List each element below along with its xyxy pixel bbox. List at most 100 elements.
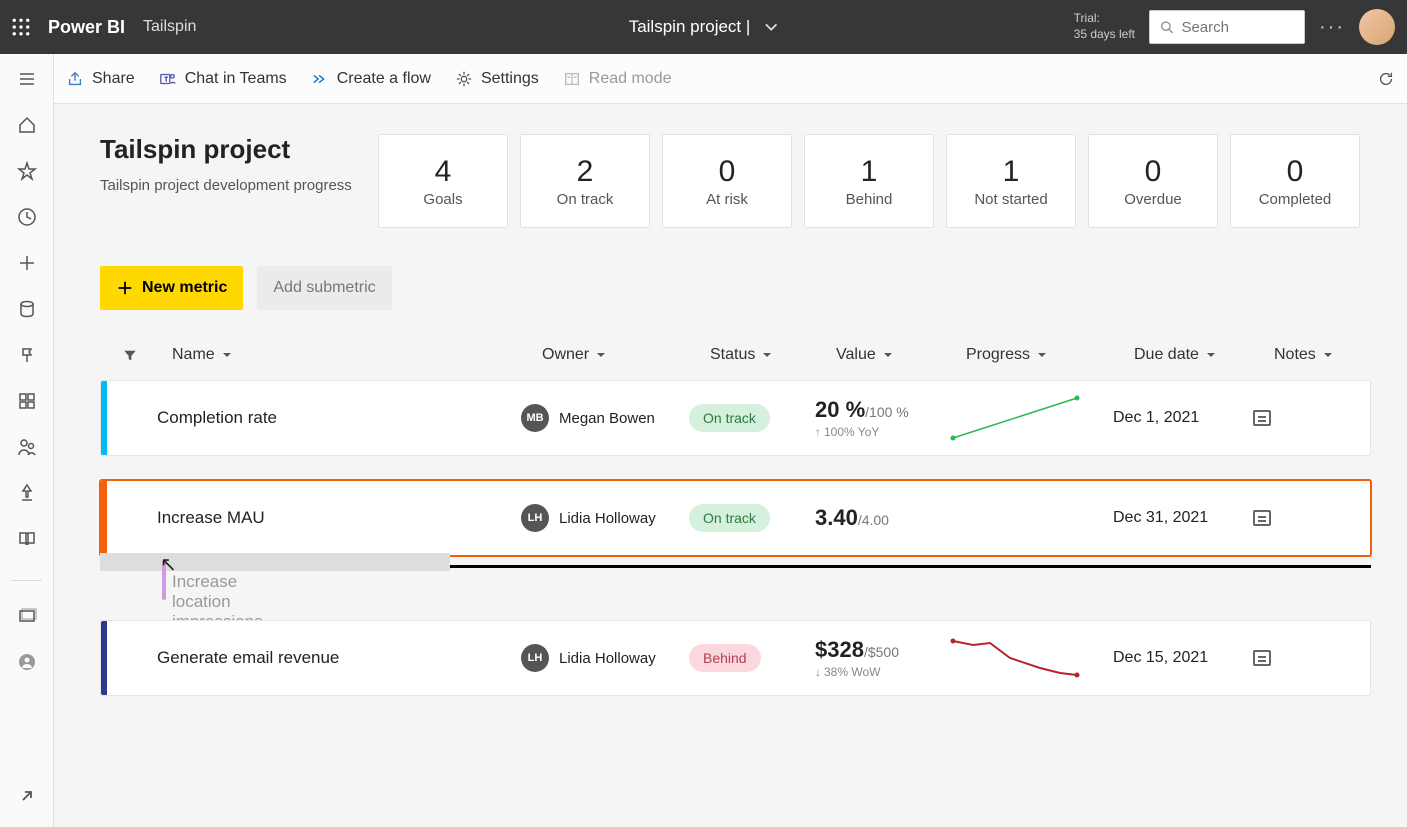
- col-name[interactable]: Name: [172, 346, 542, 364]
- share-button[interactable]: Share: [66, 70, 135, 88]
- nav-myworkspace-icon[interactable]: [16, 651, 38, 673]
- stat-cards: 4Goals 2On track 0At risk 1Behind 1Not s…: [378, 134, 1360, 228]
- read-icon: [563, 70, 581, 88]
- refresh-icon: [1377, 70, 1395, 88]
- metric-value: 3.40/4.00: [815, 505, 945, 531]
- search-input[interactable]: [1149, 10, 1305, 44]
- metric-due: Dec 31, 2021: [1113, 509, 1253, 527]
- nav-home-icon[interactable]: [16, 114, 38, 136]
- plus-icon: [116, 279, 134, 297]
- stat-behind[interactable]: 1Behind: [804, 134, 934, 228]
- metric-owner: MB Megan Bowen: [521, 404, 689, 432]
- stat-ontrack[interactable]: 2On track: [520, 134, 650, 228]
- nav-menu-icon[interactable]: [16, 68, 38, 90]
- nav-apps-icon[interactable]: [16, 390, 38, 412]
- notes-icon: [1253, 650, 1271, 666]
- stat-notstarted[interactable]: 1Not started: [946, 134, 1076, 228]
- metric-name: Completion rate: [107, 408, 521, 428]
- col-progress[interactable]: Progress: [966, 346, 1134, 364]
- nav-create-icon[interactable]: [16, 252, 38, 274]
- teams-icon: [159, 70, 177, 88]
- nav-external-link-icon[interactable]: [16, 785, 38, 807]
- search-field[interactable]: [1181, 19, 1294, 36]
- col-status[interactable]: Status: [710, 346, 836, 364]
- stat-goals[interactable]: 4Goals: [378, 134, 508, 228]
- nav-deploy-icon[interactable]: [16, 482, 38, 504]
- metric-value: $328/$500 ↓38% WoW: [815, 637, 945, 679]
- workspace-label[interactable]: Tailspin: [143, 18, 196, 36]
- chevron-down-icon: [1205, 349, 1217, 361]
- command-bar: Share Chat in Teams Create a flow Settin…: [54, 54, 1407, 104]
- metric-name: Increase MAU: [107, 508, 521, 528]
- metric-row-increase-mau[interactable]: Increase MAU LH Lidia Holloway On track …: [100, 480, 1371, 556]
- nav-divider: [11, 580, 43, 581]
- metric-notes[interactable]: [1253, 410, 1313, 426]
- metric-status: On track: [689, 404, 815, 432]
- new-metric-button[interactable]: New metric: [100, 266, 243, 310]
- owner-avatar: LH: [521, 644, 549, 672]
- gear-icon: [455, 70, 473, 88]
- metric-row-email-revenue[interactable]: Generate email revenue LH Lidia Holloway…: [100, 620, 1371, 696]
- arrow-up-icon: ↑: [815, 425, 821, 439]
- metric-value: 20 %/100 % ↑100% YoY: [815, 397, 945, 439]
- chevron-down-icon: [761, 349, 773, 361]
- share-icon: [66, 70, 84, 88]
- drag-origin-placeholder: [100, 553, 450, 571]
- settings-button[interactable]: Settings: [455, 70, 539, 88]
- app-launcher-icon[interactable]: [12, 18, 30, 36]
- nav-workspaces-icon[interactable]: [16, 605, 38, 627]
- metric-name: Generate email revenue: [107, 648, 521, 668]
- chevron-down-icon: [595, 349, 607, 361]
- nav-learn-icon[interactable]: [16, 528, 38, 550]
- col-owner[interactable]: Owner: [542, 346, 710, 364]
- nav-favorites-icon[interactable]: [16, 160, 38, 182]
- stat-overdue[interactable]: 0Overdue: [1088, 134, 1218, 228]
- user-avatar[interactable]: [1359, 9, 1395, 45]
- flow-icon: [311, 70, 329, 88]
- top-bar: Power BI Tailspin Tailspin project | Tri…: [0, 0, 1407, 54]
- trial-status: Trial: 35 days left: [1074, 11, 1135, 42]
- metric-notes[interactable]: [1253, 510, 1313, 526]
- metric-sparkline: [945, 633, 1113, 683]
- col-notes[interactable]: Notes: [1274, 346, 1354, 364]
- add-submetric-button[interactable]: Add submetric: [257, 266, 391, 310]
- metric-owner: LH Lidia Holloway: [521, 504, 689, 532]
- nav-datasets-icon[interactable]: [16, 298, 38, 320]
- search-icon: [1160, 19, 1173, 35]
- metric-sparkline: [945, 393, 1113, 443]
- brand-label: Power BI: [48, 17, 125, 38]
- owner-avatar: MB: [521, 404, 549, 432]
- chevron-down-icon: [882, 349, 894, 361]
- metric-row-completion-rate[interactable]: Completion rate MB Megan Bowen On track …: [100, 380, 1371, 456]
- chat-teams-button[interactable]: Chat in Teams: [159, 70, 287, 88]
- read-mode-button[interactable]: Read mode: [563, 70, 672, 88]
- more-options-icon[interactable]: ···: [1319, 16, 1345, 39]
- stat-atrisk[interactable]: 0At risk: [662, 134, 792, 228]
- notes-icon: [1253, 510, 1271, 526]
- breadcrumb-title: Tailspin project |: [629, 17, 751, 37]
- nav-shared-icon[interactable]: [16, 436, 38, 458]
- filter-icon[interactable]: [124, 349, 172, 361]
- chevron-down-icon: [221, 349, 233, 361]
- owner-avatar: LH: [521, 504, 549, 532]
- refresh-button[interactable]: [1377, 70, 1395, 88]
- metric-due: Dec 1, 2021: [1113, 409, 1253, 427]
- breadcrumb[interactable]: Tailspin project |: [629, 17, 779, 37]
- metric-notes[interactable]: [1253, 650, 1313, 666]
- metric-owner: LH Lidia Holloway: [521, 644, 689, 672]
- stat-completed[interactable]: 0Completed: [1230, 134, 1360, 228]
- nav-goals-icon[interactable]: [16, 344, 38, 366]
- left-nav: [0, 54, 54, 827]
- table-header: Name Owner Status Value Progress Due dat…: [100, 336, 1371, 380]
- create-flow-button[interactable]: Create a flow: [311, 70, 431, 88]
- notes-icon: [1253, 410, 1271, 426]
- chevron-down-icon[interactable]: [764, 20, 778, 34]
- metric-status: On track: [689, 504, 815, 532]
- col-due[interactable]: Due date: [1134, 346, 1274, 364]
- chevron-down-icon: [1036, 349, 1048, 361]
- metric-due: Dec 15, 2021: [1113, 649, 1253, 667]
- page-title: Tailspin project: [100, 134, 358, 165]
- metric-status: Behind: [689, 644, 815, 672]
- col-value[interactable]: Value: [836, 346, 966, 364]
- nav-recent-icon[interactable]: [16, 206, 38, 228]
